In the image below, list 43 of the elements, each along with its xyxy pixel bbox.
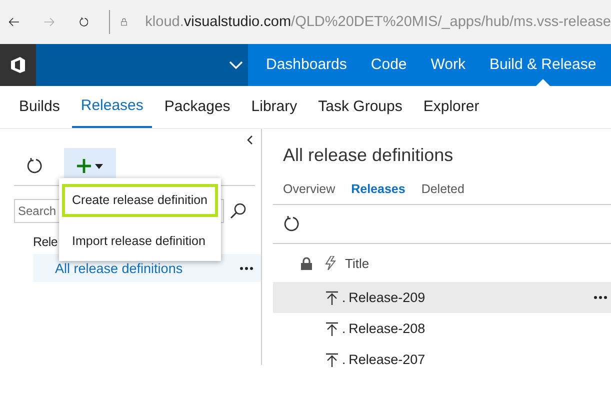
nav-tab[interactable]: Dashboards bbox=[257, 44, 356, 86]
search-icon[interactable] bbox=[230, 203, 246, 219]
release-row[interactable]: . Release-207 bbox=[273, 344, 611, 375]
upload-arrow-icon bbox=[326, 290, 338, 304]
refresh-icon[interactable] bbox=[283, 215, 299, 233]
row-prefix: . bbox=[342, 290, 346, 305]
menu-item[interactable]: Create release definition bbox=[62, 184, 218, 217]
lightning-icon bbox=[325, 256, 336, 270]
upload-arrow-icon bbox=[326, 352, 338, 366]
nav-tab[interactable]: Work bbox=[422, 44, 474, 86]
nav-tab[interactable]: Code bbox=[362, 44, 416, 86]
hub-tab[interactable]: Library bbox=[242, 86, 306, 128]
more-options-icon[interactable] bbox=[594, 296, 607, 299]
refresh-icon[interactable] bbox=[26, 157, 42, 175]
release-row[interactable]: . Release-209 bbox=[273, 282, 611, 313]
caret-icon bbox=[95, 164, 103, 168]
section-label: Rele bbox=[33, 235, 58, 249]
pivot-tab[interactable]: Releases bbox=[351, 182, 406, 196]
upload-arrow-icon bbox=[326, 322, 338, 336]
hub-tab[interactable]: Explorer bbox=[414, 86, 488, 128]
release-title: Release-208 bbox=[348, 321, 426, 336]
release-title: Release-207 bbox=[348, 352, 426, 367]
release-title: Release-209 bbox=[348, 290, 426, 305]
pivot-tab[interactable]: Overview bbox=[283, 182, 336, 196]
logo-tile[interactable] bbox=[0, 44, 36, 86]
row-prefix: . bbox=[342, 321, 346, 336]
lock-icon bbox=[301, 256, 312, 270]
chevron-down-icon bbox=[229, 61, 243, 69]
nav-tab[interactable]: Build & Release bbox=[480, 44, 606, 86]
more-options-icon[interactable] bbox=[240, 266, 253, 270]
hub-tab[interactable]: Task Groups bbox=[309, 86, 412, 128]
plus-icon bbox=[77, 159, 91, 173]
definition-link[interactable]: All release definitions bbox=[55, 260, 183, 276]
collapse-chevron-icon[interactable] bbox=[247, 135, 253, 145]
row-prefix: . bbox=[342, 352, 346, 367]
column-header[interactable]: Title bbox=[345, 256, 370, 270]
page-title: All release definitions bbox=[283, 145, 454, 166]
pivot-tab[interactable]: Deleted bbox=[421, 182, 464, 196]
hub-tab[interactable]: Builds bbox=[10, 86, 69, 128]
hub-tab[interactable]: Releases bbox=[72, 86, 152, 128]
hub-tab[interactable]: Packages bbox=[155, 86, 240, 128]
release-row[interactable]: . Release-208 bbox=[273, 313, 611, 344]
logo-icon bbox=[9, 56, 27, 74]
